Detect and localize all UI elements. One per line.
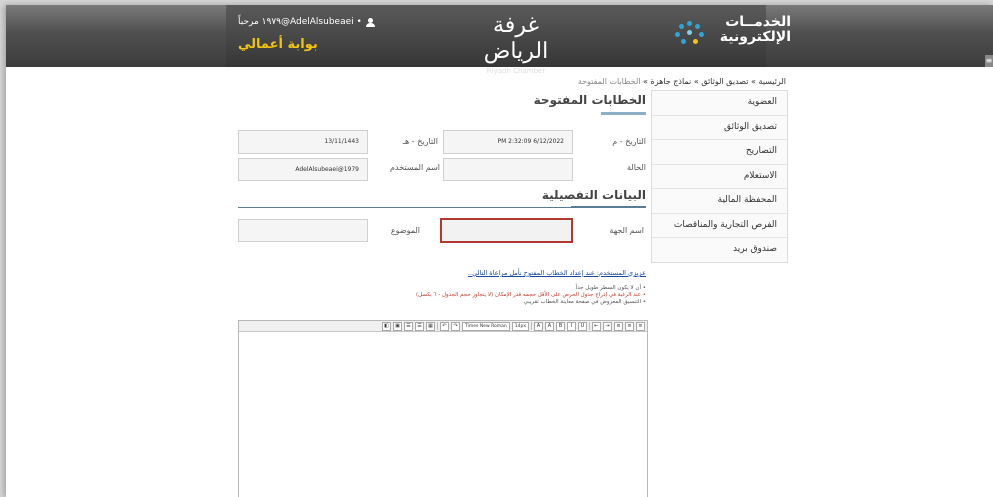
page-title: الخطابات المفتوحة — [533, 93, 646, 107]
eservices-logo[interactable]: الخدمــات الإلكترونية — [671, 15, 791, 59]
breadcrumb-current: الخطابات المفتوحة — [577, 77, 641, 86]
ordered-list-icon[interactable]: ☰ — [415, 321, 425, 331]
toolbar-separator — [437, 322, 439, 330]
logo-arabic-text: غرفة الرياض — [483, 13, 549, 64]
breadcrumb-separator: » — [693, 77, 699, 86]
breadcrumb-ready-templates[interactable]: نماذج جاهزة — [651, 77, 692, 86]
page: • AdelAlsubeaei@١٩٧٩ مرحباً بوابة أعمالي… — [6, 5, 993, 497]
header: • AdelAlsubeaei@١٩٧٩ مرحباً بوابة أعمالي… — [6, 5, 993, 75]
source-icon[interactable]: ◧ — [382, 321, 392, 331]
entity-name-label: اسم الجهة — [609, 226, 644, 235]
guidelines-notes: • أن لا يكون السطر طويل جداً • عند الرغب… — [386, 285, 646, 306]
indent-icon[interactable]: ⇥ — [603, 321, 612, 331]
my-business-portal-link[interactable]: بوابة أعمالي — [238, 37, 318, 52]
font-size-select[interactable]: 14px — [511, 321, 529, 331]
bullet-list-icon[interactable]: ☰ — [404, 321, 414, 331]
letter-editor: ≡ ≡ ≡ ⇥ ⇤ U I B A A 14px Times New Roman… — [238, 320, 648, 497]
bold-icon[interactable]: B — [556, 321, 565, 331]
subject-input[interactable] — [238, 219, 368, 242]
eservices-text: الخدمــات الإلكترونية — [720, 15, 791, 45]
date-hijri-field[interactable]: 13/11/1443 — [238, 130, 368, 154]
note-item: • التنسيق المعروض في صفحة معاينة الخطاب … — [523, 299, 646, 305]
sidebar-item-business-opportunities[interactable]: الفرص التجارية والمناقصات — [652, 213, 787, 238]
redo-icon[interactable]: ↷ — [451, 321, 461, 331]
eservices-line1: الخدمــات — [725, 14, 791, 30]
user-icon — [365, 17, 375, 27]
status-label: الحالة — [627, 163, 646, 172]
date-hijri-label: التاريخ - هـ — [402, 137, 438, 146]
toolbar-separator — [531, 322, 532, 330]
guidelines-link[interactable]: عزيزي المستخدم: عند إعداد الخطاب المفتوح… — [436, 269, 646, 277]
sidebar-item-mailbox[interactable]: صندوق بريد — [652, 238, 787, 262]
details-section-title: البيانات التفصيلية — [541, 188, 646, 202]
underline-icon[interactable]: U — [578, 321, 587, 331]
date-gregorian-label: التاريخ - م — [612, 137, 646, 146]
sidebar-item-inquiry[interactable]: الاستعلام — [652, 164, 787, 189]
table-icon[interactable]: ▦ — [426, 321, 436, 331]
sidebar-item-wallet[interactable]: المحفظة المالية — [652, 189, 787, 214]
user-area: • AdelAlsubeaei@١٩٧٩ مرحباً — [238, 17, 378, 27]
status-field[interactable] — [443, 158, 573, 181]
font-family-select[interactable]: Times New Roman — [462, 321, 510, 331]
note-item: • عند الرغبة في إدراج جدول الحرص على الأ… — [416, 292, 646, 298]
highlight-color-icon[interactable]: A — [534, 321, 543, 331]
entity-name-input[interactable] — [440, 218, 573, 243]
outdent-icon[interactable]: ⇤ — [592, 321, 601, 331]
font-color-icon[interactable]: A — [545, 321, 554, 331]
breadcrumb-separator: » — [750, 77, 756, 86]
breadcrumb-home[interactable]: الرئيسية — [758, 77, 786, 86]
breadcrumb: الرئيسية » تصديق الوثائق » نماذج جاهزة »… — [546, 77, 786, 86]
username-field[interactable]: AdelAlsubeaei@1979 — [238, 158, 368, 181]
toolbar-separator — [589, 322, 590, 330]
username-label: اسم المستخدم — [390, 163, 440, 172]
justify-left-icon[interactable]: ≡ — [614, 321, 623, 331]
justify-center-icon[interactable]: ≡ — [625, 321, 634, 331]
logo-english-text: Riyadh Chamber — [486, 67, 546, 75]
justify-right-icon[interactable]: ≡ — [636, 321, 645, 331]
sidebar-menu: العضوية تصديق الوثائق التصاريح الاستعلام… — [651, 90, 788, 263]
italic-icon[interactable]: I — [567, 321, 576, 331]
note-item: • أن لا يكون السطر طويل جداً — [575, 285, 646, 291]
breadcrumb-document-authentication[interactable]: تصديق الوثائق — [701, 77, 748, 86]
title-underline — [601, 112, 646, 115]
sidebar-item-permits[interactable]: التصاريح — [652, 140, 787, 165]
undo-icon[interactable]: ↶ — [440, 321, 450, 331]
subject-label: الموضوع — [390, 226, 420, 235]
editor-toolbar: ≡ ≡ ≡ ⇥ ⇤ U I B A A 14px Times New Roman… — [239, 321, 647, 332]
editor-content-area[interactable] — [239, 332, 647, 497]
details-divider-accent — [571, 206, 646, 208]
greeting-text[interactable]: • AdelAlsubeaei@١٩٧٩ مرحباً — [238, 17, 362, 27]
side-panel-toggle[interactable]: ≡ — [985, 55, 993, 67]
riyadh-chamber-logo[interactable]: غرفة الرياض Riyadh Chamber — [461, 13, 571, 75]
sidebar-item-document-authentication[interactable]: تصديق الوثائق — [652, 115, 787, 140]
date-gregorian-field[interactable]: PM 2:32:09 6/12/2022 — [443, 130, 573, 154]
image-icon[interactable]: ▣ — [393, 321, 403, 331]
eservices-line2: الإلكترونية — [719, 29, 791, 45]
breadcrumb-separator: » — [643, 77, 648, 86]
sidebar-item-membership[interactable]: العضوية — [652, 91, 787, 116]
eservices-dots-icon — [673, 21, 707, 55]
